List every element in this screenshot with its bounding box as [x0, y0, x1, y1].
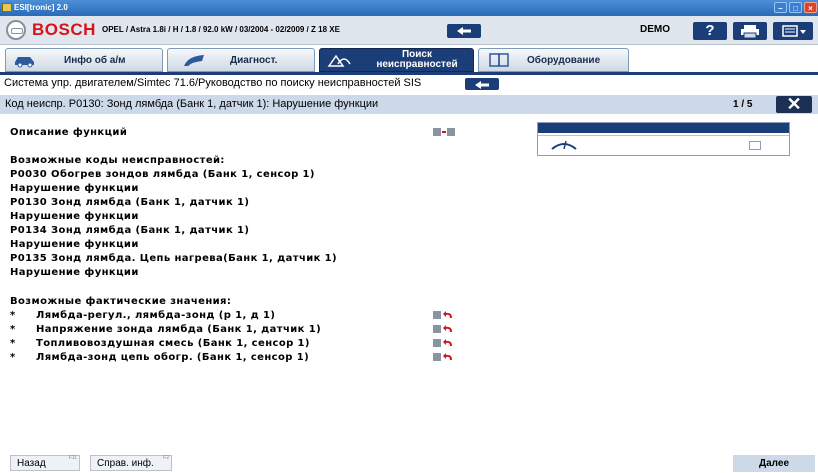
printer-icon [741, 25, 759, 39]
back-button[interactable]: Назад F11 [10, 455, 80, 471]
function-description-heading: Описание функций [10, 127, 128, 138]
header-back-button[interactable] [447, 24, 481, 38]
bullet: * [10, 352, 16, 363]
back-shortcut: F11 [68, 455, 77, 461]
tab-label: Поиск неисправностей [376, 49, 458, 70]
app-icon [2, 3, 12, 12]
help-info-shortcut: F2 [163, 455, 169, 461]
back-arrow-icon [475, 81, 489, 89]
code-line: Нарушение функции [10, 267, 139, 278]
help-button[interactable]: ? [693, 22, 727, 40]
tab-label: Инфо об а/м [64, 55, 126, 66]
tab-vehicle-info[interactable]: Инфо об а/м [5, 48, 163, 72]
print-button[interactable] [733, 22, 767, 40]
possible-codes-heading: Возможные коды неисправностей: [10, 155, 225, 166]
book-icon [489, 53, 509, 67]
tab-fault-search[interactable]: Поиск неисправностей [319, 48, 474, 72]
actual-value-link[interactable]: Топливовоздушная смесь (Банк 1, сенсор 1… [36, 337, 310, 351]
bullet: * [10, 324, 16, 335]
vehicle-info: OPEL / Astra 1.8i / H / 1.8 / 92.0 kW / … [102, 25, 340, 34]
breadcrumb-back-button[interactable] [465, 78, 499, 90]
bullet: * [10, 310, 16, 321]
breadcrumb: Система упр. двигателем/Simtec 71.6/Руко… [4, 77, 422, 89]
bosch-logo-icon [6, 20, 26, 40]
actual-value-link[interactable]: Напряжение зонда лямбда (Банк 1, датчик … [36, 323, 321, 337]
header-bar: BOSCH OPEL / Astra 1.8i / H / 1.8 / 92.0… [0, 16, 818, 45]
panel-field [538, 135, 789, 156]
window-titlebar: ESI[tronic] 2.0 – □ × [0, 0, 818, 16]
gauge-icon [551, 140, 577, 150]
help-info-button[interactable]: Справ. инф. F2 [90, 455, 172, 471]
close-button[interactable]: ✕ [776, 94, 812, 114]
actual-value-link[interactable]: Лямбда-зонд цепь обогр. (Банк 1, сенсор … [36, 351, 309, 365]
code-line: Нарушение функции [10, 239, 139, 250]
tab-label: Диагност. [230, 55, 278, 66]
panel-header [538, 123, 789, 133]
value-panel [537, 122, 790, 156]
bullet: * [10, 338, 16, 349]
mode-label: DEMO [640, 24, 670, 35]
actual-value-link[interactable]: Лямбда-регул., лямбда-зонд (р 1, д 1) [36, 309, 275, 323]
back-label: Назад [17, 458, 46, 469]
code-line: P0134 Зонд лямбда (Банк 1, датчик 1) [10, 225, 250, 236]
minimize-button[interactable]: – [774, 2, 787, 13]
brand-name: BOSCH [32, 20, 96, 39]
close-icon: ✕ [786, 94, 802, 114]
panel-maximize-icon[interactable] [749, 141, 761, 150]
window-title: ESI[tronic] 2.0 [14, 3, 68, 12]
jump-link-icon[interactable] [432, 324, 456, 334]
search-fault-icon [327, 54, 351, 67]
main-tabs: Инфо об а/м Диагност. Поиск неисправносте… [0, 48, 818, 74]
code-line: P0030 Обогрев зондов лямбда (Банк 1, сен… [10, 169, 315, 180]
code-line: P0135 Зонд лямбда. Цепь нагрева(Банк 1, … [10, 253, 338, 264]
fault-title: Код неиспр. P0130: Зонд лямбда (Банк 1, … [5, 98, 379, 110]
tabs-underline [0, 72, 818, 75]
code-line: P0130 Зонд лямбда (Банк 1, датчик 1) [10, 197, 250, 208]
tab-equipment[interactable]: Оборудование [478, 48, 629, 72]
back-arrow-icon [457, 27, 471, 35]
menu-button[interactable] [773, 22, 813, 40]
help-info-label: Справ. инф. [97, 458, 154, 469]
list-menu-icon [782, 25, 806, 37]
tab-label: Оборудование [527, 55, 601, 66]
jump-link-icon[interactable] [432, 352, 456, 362]
page-indicator: 1 / 5 [733, 99, 753, 110]
fault-code-bar: Код неиспр. P0130: Зонд лямбда (Банк 1, … [0, 95, 818, 114]
next-button[interactable]: Далее [733, 455, 815, 472]
car-icon [15, 57, 34, 68]
diagnostic-icon [184, 55, 204, 66]
close-window-button[interactable]: × [804, 2, 817, 13]
actual-values-heading: Возможные фактические значения: [10, 296, 232, 307]
code-line: Нарушение функции [10, 183, 139, 194]
jump-link-icon[interactable] [432, 310, 456, 320]
maximize-button[interactable]: □ [789, 2, 802, 13]
function-description-link-icon[interactable] [432, 127, 456, 137]
jump-link-icon[interactable] [432, 338, 456, 348]
code-line: Нарушение функции [10, 211, 139, 222]
tab-diagnostics[interactable]: Диагност. [167, 48, 315, 72]
